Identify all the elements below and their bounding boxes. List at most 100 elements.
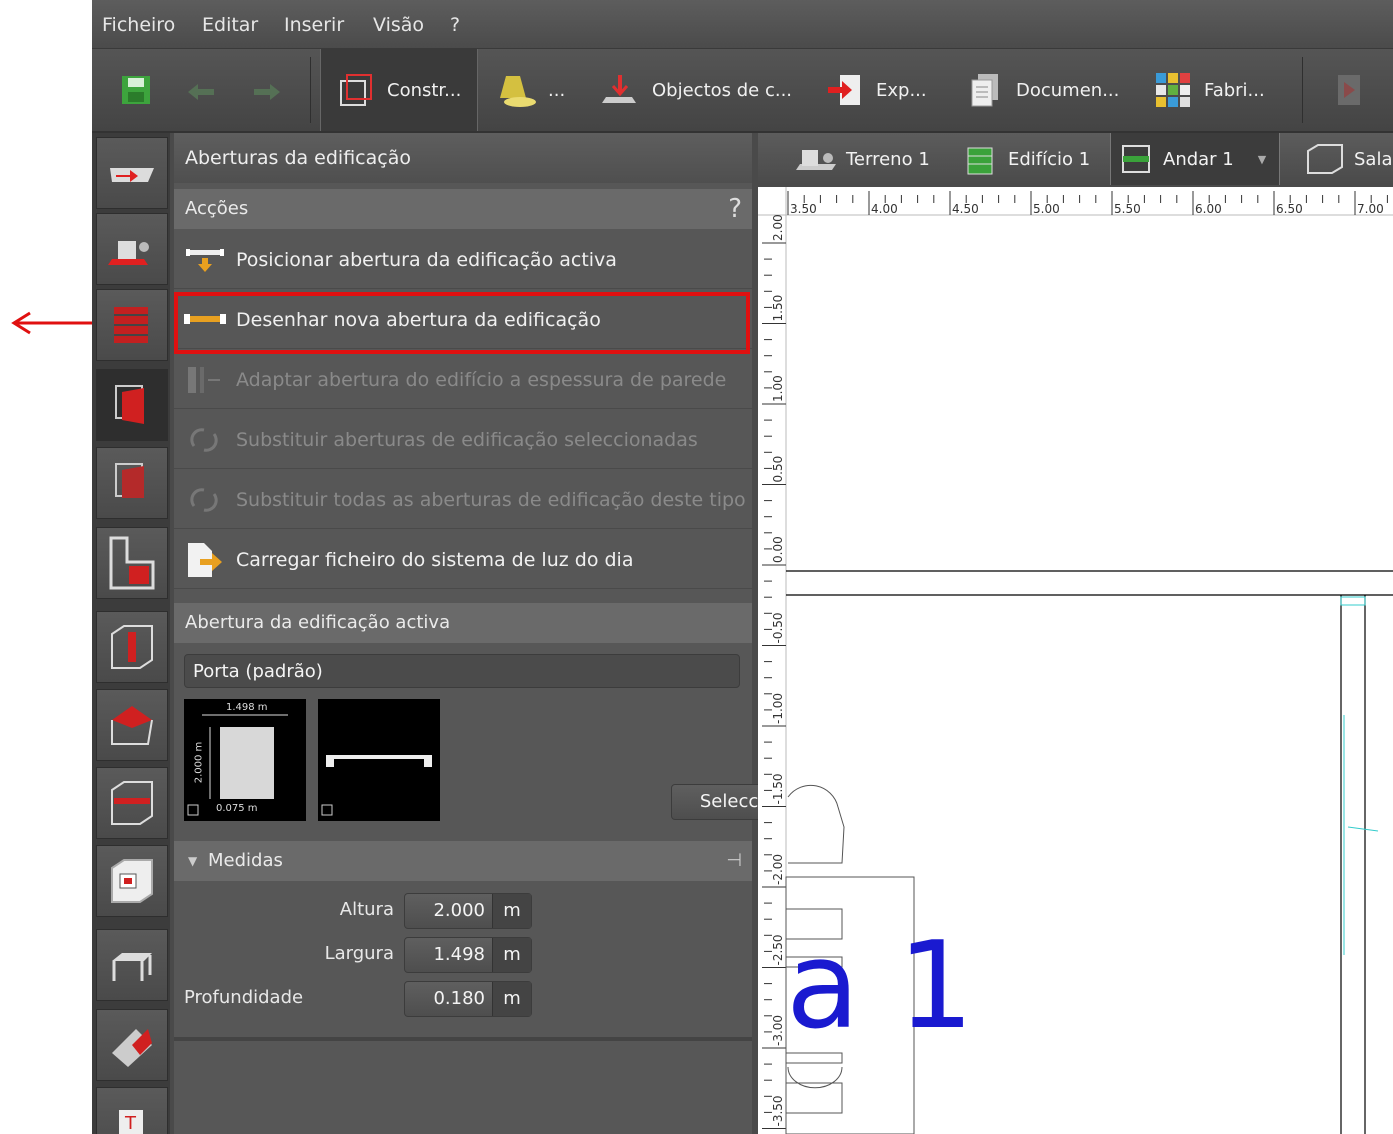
menu-inserir[interactable]: Inserir [284, 14, 344, 36]
construction-icon [340, 74, 372, 106]
tool-stairs[interactable] [96, 1009, 168, 1081]
view-tabs: Terreno 1 Edifício 1 Andar 1 ▼ Sala [758, 133, 1393, 185]
terrain-icon [796, 150, 836, 170]
load-file-icon [188, 542, 222, 577]
menu-ficheiro[interactable]: Ficheiro [102, 14, 175, 36]
objects-tool-icon [108, 241, 149, 265]
room-element-icon [111, 859, 153, 903]
measures-header[interactable]: ▼ Medidas ⊣ [174, 841, 752, 881]
plan-opening-icon [110, 168, 154, 182]
width-label: Largura [324, 943, 394, 964]
ruler-label: -3.50 [771, 1095, 785, 1126]
height-field[interactable]: 2.000 m [404, 893, 532, 929]
tool-text[interactable]: T [96, 1087, 168, 1134]
action-adapt-wall-thickness[interactable]: Adaptar abertura do edifício a espessura… [174, 351, 752, 409]
presentation-button[interactable] [1336, 49, 1362, 131]
building-icon [967, 147, 993, 175]
action-replace-selected[interactable]: Substituir aberturas de edificação selec… [174, 411, 752, 469]
depth-field[interactable]: 0.180 m [404, 981, 532, 1017]
tool-objects[interactable] [96, 213, 168, 285]
tool-room-elements[interactable] [96, 845, 168, 917]
export-icon [828, 75, 860, 105]
action-load-daylight-file[interactable]: Carregar ficheiro do sistema de luz do d… [174, 531, 752, 589]
menu-help[interactable]: ? [450, 14, 460, 36]
adapt-thickness-icon [188, 366, 220, 393]
roof-icon [111, 706, 153, 745]
opening-type-field[interactable]: Porta (padrão) [184, 654, 740, 688]
text-icon: T [119, 1110, 143, 1134]
window-icon [115, 463, 144, 498]
table-icon [112, 953, 152, 981]
dropdown-arrow-icon[interactable]: ▼ [1258, 153, 1266, 166]
tab-export[interactable]: Exp... [826, 49, 927, 131]
redo-icon [254, 84, 280, 100]
width-field[interactable]: 1.498 m [404, 937, 532, 973]
menu-editar[interactable]: Editar [202, 14, 258, 36]
tool-floor-plan[interactable] [96, 527, 168, 599]
walls-icon [114, 307, 148, 343]
left-tool-strip: T [92, 133, 170, 1134]
ruler-label: -2.00 [771, 854, 785, 885]
ruler-label: 1.50 [771, 295, 785, 322]
replace-icon [190, 427, 218, 452]
manufacturer-icon [1156, 73, 1190, 107]
chair-outline [787, 784, 845, 864]
tab-terreno[interactable]: Terreno 1 [794, 133, 930, 185]
svg-text:T: T [124, 1113, 137, 1134]
ceiling-icon [111, 781, 153, 825]
tab-edificio[interactable]: Edifício 1 [964, 133, 1090, 185]
door-plan-preview[interactable] [318, 699, 440, 821]
tab-andar[interactable]: Andar 1 ▼ [1110, 133, 1280, 185]
undo-button[interactable] [184, 49, 218, 131]
openings-panel: Aberturas da edificação Acções ? Posicio… [174, 133, 833, 1134]
ruler-label: 2.00 [771, 214, 785, 241]
tool-furniture[interactable] [96, 929, 168, 1001]
floorplan-icon [109, 536, 155, 590]
tool-openings-plan[interactable] [96, 137, 168, 209]
tab-documentation[interactable]: Documen... [968, 49, 1119, 131]
depth-label: Profundidade [184, 987, 304, 1008]
window-symbol [1340, 596, 1366, 606]
redo-button[interactable] [250, 49, 284, 131]
panel-title: Aberturas da edificação [174, 133, 752, 183]
menu-bar: Ficheiro Editar Inserir Visão ? [92, 0, 1393, 49]
stairs-icon [112, 1029, 152, 1067]
tool-walls[interactable] [96, 289, 168, 361]
ruler-label: 1.00 [771, 375, 785, 402]
tool-ceiling[interactable] [96, 767, 168, 839]
application-window: Ficheiro Editar Inserir Visão ? Constr..… [92, 0, 1393, 1134]
position-opening-icon [186, 248, 224, 272]
highlight-box [174, 292, 750, 354]
save-icon [122, 76, 150, 104]
door-plan-icon [321, 755, 432, 816]
tool-columns[interactable] [96, 611, 168, 683]
actions-header: Acções ? [174, 189, 752, 229]
tool-building-openings[interactable] [96, 369, 168, 441]
preview-height-label: 2.000 m [193, 741, 205, 784]
door-front-preview[interactable]: 1.498 m 2.000 m 0.075 m [184, 699, 306, 821]
drawing-canvas[interactable]: 3.50 4.00 4.50 5.00 5.50 6.00 6.50 7.00 2.00 1.50… [758, 187, 1393, 1134]
panel-divider [174, 1037, 752, 1041]
ruler-label: -1.00 [771, 693, 785, 724]
help-button[interactable]: ? [728, 189, 742, 229]
save-button[interactable] [120, 49, 152, 131]
tab-objects[interactable]: Objectos de c... [602, 49, 792, 131]
window-symbol [1347, 826, 1379, 832]
tab-manufacturers[interactable]: Fabri... [1154, 49, 1265, 131]
active-opening-header: Abertura da edificação activa [174, 603, 752, 643]
menu-visao[interactable]: Visão [373, 14, 424, 36]
preview-width-label: 1.498 m [226, 702, 268, 713]
pin-icon[interactable]: ⊣ [726, 841, 742, 881]
replace-all-icon [190, 487, 218, 512]
opening-icon [115, 385, 144, 424]
tool-roof[interactable] [96, 689, 168, 761]
tab-sala[interactable]: Sala [1304, 133, 1393, 185]
tool-windows[interactable] [96, 447, 168, 519]
room-label: a 1 [786, 917, 975, 1056]
action-replace-all-type[interactable]: Substituir todas as aberturas de edifica… [174, 471, 752, 529]
tab-construction[interactable]: Constr... [320, 49, 478, 131]
main-toolbar: Constr... ... Objectos de c... Exp... Do… [92, 49, 1393, 133]
action-position-opening[interactable]: Posicionar abertura da edificação activa [174, 231, 752, 289]
tab-lighting[interactable]: ... [496, 49, 565, 131]
ruler-horizontal [758, 187, 1393, 217]
